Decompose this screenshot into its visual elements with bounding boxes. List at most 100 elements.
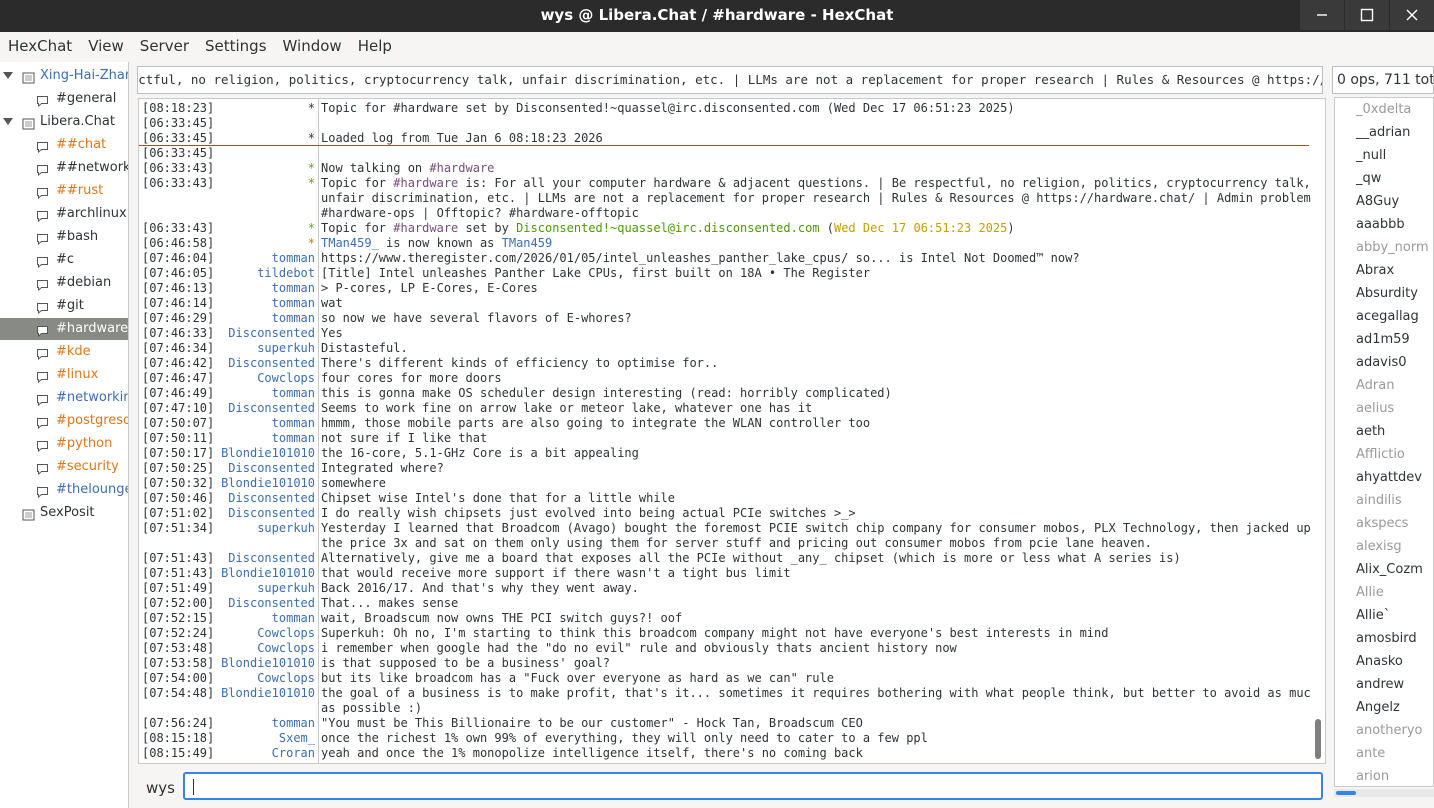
chat-nick[interactable]: Blondie101010 [221, 446, 315, 461]
close-button[interactable] [1390, 0, 1434, 30]
menu-window[interactable]: Window [275, 32, 350, 60]
tree-channel-chat[interactable]: ##chat [0, 134, 128, 156]
user-list-item[interactable]: abby_norm [1356, 236, 1429, 259]
chat-nick[interactable]: tomman [272, 251, 315, 266]
tree-channel-git[interactable]: #git [0, 295, 128, 317]
chat-nick[interactable]: Cowclops [257, 371, 315, 386]
chat-nick[interactable]: Cowclops [257, 671, 315, 686]
chat-nick[interactable]: tildebot [257, 266, 315, 281]
menu-view[interactable]: View [80, 32, 132, 60]
chat-nick[interactable]: superkuh [257, 581, 315, 596]
tree-channel-hardware[interactable]: #hardware [0, 318, 128, 340]
chat-nick[interactable]: superkuh [257, 521, 315, 536]
chat-nick[interactable]: tomman [272, 386, 315, 401]
user-list-item[interactable]: Adran [1356, 374, 1394, 397]
tree-channel-archlinux[interactable]: #archlinux [0, 203, 128, 225]
user-list-item[interactable]: __adrian [1356, 121, 1410, 144]
user-list-item[interactable]: arion [1356, 765, 1389, 786]
user-list-item[interactable]: Allie` [1356, 604, 1390, 627]
chat-nick[interactable]: tomman [272, 416, 315, 431]
chat-nick[interactable]: Blondie101010 [221, 566, 315, 581]
menu-server[interactable]: Server [132, 32, 197, 60]
tree-channel-python[interactable]: #python [0, 433, 128, 455]
user-list[interactable]: _0xdelta __adrian _null _qw A8Guy aaabbb abby_… [1334, 97, 1434, 787]
chat-nick[interactable]: Cowclops [257, 641, 315, 656]
chat-scrollbar-thumb[interactable] [1315, 719, 1321, 759]
chat-nick[interactable]: tomman [272, 311, 315, 326]
user-list-item[interactable]: aeth [1356, 420, 1385, 443]
user-list-item[interactable]: Angelz [1356, 696, 1400, 719]
user-list-item[interactable]: _qw [1356, 167, 1381, 190]
nick-button[interactable]: wys [146, 776, 175, 800]
user-list-item[interactable]: Anasko [1356, 650, 1403, 673]
tree-server-sexposit[interactable]: SexPosit [0, 502, 128, 524]
user-list-item[interactable]: ahyattdev [1356, 466, 1422, 489]
user-list-item[interactable]: Afflictio [1356, 443, 1405, 466]
user-list-item[interactable]: ante [1356, 742, 1385, 765]
user-list-item[interactable]: Alix_Cozm [1356, 558, 1423, 581]
user-list-item[interactable]: acegallag [1356, 305, 1419, 328]
user-list-item[interactable]: Allie [1356, 581, 1384, 604]
user-list-scrollbar-thumb[interactable] [1336, 791, 1356, 795]
tree-channel-debian[interactable]: #debian [0, 272, 128, 294]
user-list-item[interactable]: aelius [1356, 397, 1394, 420]
chat-nick[interactable]: tomman [272, 611, 315, 626]
chat-nick[interactable]: tomman [272, 281, 315, 296]
chat-nick[interactable]: Disconsented [228, 596, 315, 611]
chat-nick[interactable]: Disconsented [228, 461, 315, 476]
minimize-button[interactable] [1300, 0, 1344, 30]
user-list-item[interactable]: ad1m59 [1356, 328, 1410, 351]
user-list-item[interactable]: A8Guy [1356, 190, 1399, 213]
tree-channel-networking[interactable]: #networking [0, 387, 128, 409]
topic-bar[interactable]: Be respectful, no religion, politics, cr… [137, 66, 1323, 94]
tree-channel-kde[interactable]: #kde [0, 341, 128, 363]
chat-nick[interactable]: Blondie101010 [221, 686, 315, 701]
chat-nick[interactable]: Croran [272, 746, 315, 761]
tree-server-xing-hai-zhan[interactable]: Xing-Hai-Zhan [0, 65, 128, 87]
user-list-item[interactable]: andrew [1356, 673, 1404, 696]
tree-channel-linux[interactable]: #linux [0, 364, 128, 386]
chat-nick[interactable]: tomman [272, 716, 315, 731]
chat-nick[interactable]: Disconsented [228, 491, 315, 506]
user-list-item[interactable]: Absurdity [1356, 282, 1418, 305]
user-list-item[interactable]: alexisg [1356, 535, 1402, 558]
tree-channel-thelounge[interactable]: #thelounge [0, 479, 128, 501]
user-list-item[interactable]: amosbird [1356, 627, 1417, 650]
tree-channel-networking[interactable]: ##networking [0, 157, 128, 179]
user-list-item[interactable]: _null [1356, 144, 1386, 167]
user-list-item[interactable]: Abrax [1356, 259, 1394, 282]
tree-channel-general[interactable]: #general [0, 88, 128, 110]
chat-nick[interactable]: superkuh [257, 341, 315, 356]
chat-nick[interactable]: Disconsented [228, 356, 315, 371]
chat-nick[interactable]: tomman [272, 296, 315, 311]
channel-tree[interactable]: Xing-Hai-Zhan #general Libera.Chat ##chat ##… [0, 62, 129, 808]
chat-nick[interactable]: Disconsented [228, 401, 315, 416]
tree-channel-postgresql[interactable]: #postgresql [0, 410, 128, 432]
tree-channel-security[interactable]: #security [0, 456, 128, 478]
chat-nick[interactable]: Cowclops [257, 626, 315, 641]
tree-channel-bash[interactable]: #bash [0, 226, 128, 248]
chat-nick[interactable]: Disconsented [228, 326, 315, 341]
chat-nick[interactable]: Disconsented [228, 506, 315, 521]
menu-help[interactable]: Help [350, 32, 400, 60]
menu-settings[interactable]: Settings [197, 32, 275, 60]
chat-scrollbar[interactable] [1311, 99, 1325, 763]
chat-nick[interactable]: tomman [272, 431, 315, 446]
tree-channel-rust[interactable]: ##rust [0, 180, 128, 202]
message-input[interactable] [183, 772, 1323, 800]
chat-nick[interactable]: Disconsented [228, 551, 315, 566]
menu-hexchat[interactable]: HexChat [0, 32, 80, 60]
expander-arrow-icon[interactable] [3, 72, 13, 79]
user-list-item[interactable]: anotheryo [1356, 719, 1423, 742]
tree-server-libera-chat[interactable]: Libera.Chat [0, 111, 128, 133]
user-list-scrollbar[interactable] [1334, 789, 1434, 797]
maximize-button[interactable] [1345, 0, 1389, 30]
chat-view[interactable]: [08:18:23] * Topic for #hardware set by Di… [138, 98, 1326, 764]
user-list-item[interactable]: _0xdelta [1356, 98, 1411, 121]
chat-nick[interactable]: Sxem_ [279, 731, 315, 746]
user-list-item[interactable]: akspecs [1356, 512, 1408, 535]
user-list-item[interactable]: aaabbb [1356, 213, 1405, 236]
expander-arrow-icon[interactable] [3, 118, 13, 125]
chat-nick[interactable]: Blondie101010 [221, 656, 315, 671]
user-list-item[interactable]: adavis0 [1356, 351, 1407, 374]
